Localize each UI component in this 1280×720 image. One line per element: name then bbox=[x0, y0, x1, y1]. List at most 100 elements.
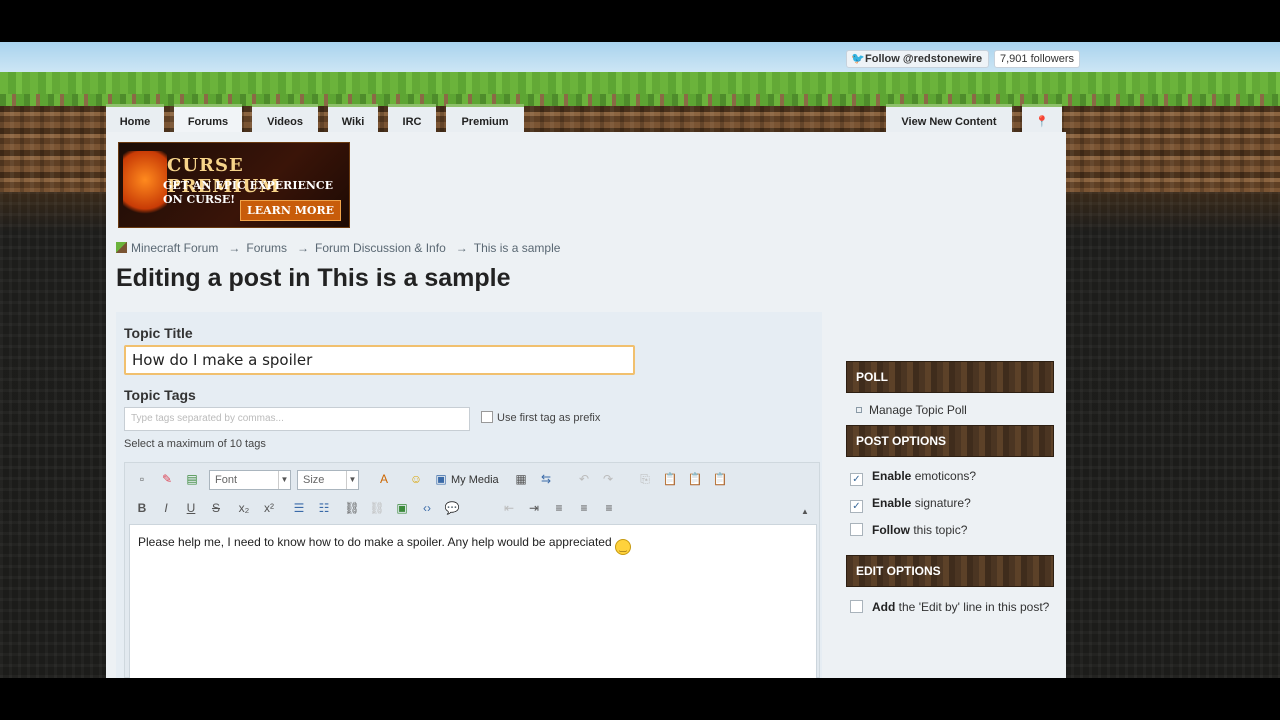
page-title: Editing a post in This is a sample bbox=[116, 264, 511, 292]
tab-wiki[interactable]: Wiki bbox=[328, 104, 378, 132]
unlink-icon[interactable]: ⛓ bbox=[368, 499, 386, 517]
sky-background bbox=[0, 42, 1280, 74]
italic-icon[interactable]: I bbox=[157, 499, 175, 517]
view-new-content-link[interactable]: View New Content bbox=[886, 104, 1012, 132]
option-label: the 'Edit by' line in this post? bbox=[898, 600, 1050, 614]
breadcrumb-link[interactable]: Forums bbox=[246, 241, 287, 255]
my-media-button[interactable]: My Media bbox=[451, 474, 499, 486]
paste-icon[interactable]: 📋 bbox=[661, 470, 679, 488]
tab-label: Wiki bbox=[341, 116, 365, 128]
align-center-icon[interactable]: ≡ bbox=[575, 499, 593, 517]
breadcrumb-link[interactable]: This is a sample bbox=[474, 241, 561, 255]
map-pin-button[interactable]: 📍 bbox=[1022, 104, 1062, 132]
post-form: Topic Title Topic Tags Type tags separat… bbox=[116, 312, 822, 678]
tab-label: Premium bbox=[461, 116, 509, 128]
code-icon[interactable]: ‹› bbox=[418, 499, 436, 517]
font-select[interactable]: Font ▼ bbox=[209, 470, 291, 490]
link-icon[interactable]: ⛓ bbox=[343, 499, 361, 517]
font-select-label: Font bbox=[215, 474, 238, 486]
option-signature[interactable]: ✓ Enable signature? bbox=[850, 496, 971, 513]
eraser-icon[interactable]: ✎ bbox=[158, 470, 176, 488]
twitter-bird-icon: 🐦 bbox=[851, 53, 865, 65]
bold-icon[interactable]: B bbox=[133, 499, 151, 517]
undo-icon[interactable]: ↶ bbox=[575, 470, 593, 488]
prefix-checkbox[interactable] bbox=[481, 411, 493, 423]
arrow-icon: → bbox=[455, 241, 468, 255]
chevron-down-icon: ▼ bbox=[278, 471, 290, 489]
map-pin-icon: 📍 bbox=[1035, 116, 1049, 128]
learn-more-button[interactable]: LEARN MORE bbox=[240, 200, 341, 221]
edit-options-header: EDIT OPTIONS bbox=[846, 555, 1054, 587]
text-color-icon[interactable]: A bbox=[375, 470, 393, 488]
curse-premium-banner[interactable]: CURSE PREMIUM GET AN EPIC EXPERIENCE ON … bbox=[118, 142, 350, 228]
manage-poll-link[interactable]: Manage Topic Poll bbox=[856, 403, 967, 417]
topic-tags-label: Topic Tags bbox=[124, 387, 196, 403]
numbered-list-icon[interactable]: ☷ bbox=[315, 499, 333, 517]
size-select-label: Size bbox=[303, 474, 325, 486]
source-icon[interactable]: ▫ bbox=[133, 470, 151, 488]
tab-premium[interactable]: Premium bbox=[446, 104, 524, 132]
option-bold: Add bbox=[872, 600, 896, 614]
option-bold: Enable bbox=[872, 469, 912, 483]
quote-icon[interactable]: 💬 bbox=[443, 499, 461, 517]
media-icon[interactable]: ▣ bbox=[432, 470, 450, 488]
breadcrumb-link[interactable]: Forum Discussion & Info bbox=[315, 241, 446, 255]
banner-line-1: GET AN EPIC EXPERIENCE bbox=[163, 179, 334, 192]
option-label: signature? bbox=[914, 496, 971, 510]
checkbox[interactable]: ✓ bbox=[850, 473, 863, 486]
topic-tags-input[interactable]: Type tags separated by commas... bbox=[124, 407, 470, 431]
outdent-icon[interactable]: ⇤ bbox=[500, 499, 518, 517]
spoiler-icon[interactable]: ▦ bbox=[512, 470, 530, 488]
tab-label: View New Content bbox=[901, 116, 997, 128]
tab-forums[interactable]: Forums bbox=[174, 104, 242, 134]
follow-label: Follow @redstonewire bbox=[865, 53, 983, 65]
dragon-logo-icon bbox=[123, 151, 167, 223]
poll-header: POLL bbox=[846, 361, 1054, 393]
strikethrough-icon[interactable]: S bbox=[207, 499, 225, 517]
indent-icon[interactable]: ⇥ bbox=[525, 499, 543, 517]
option-emoticons[interactable]: ✓ Enable emoticons? bbox=[850, 469, 976, 486]
content-panel: CURSE PREMIUM GET AN EPIC EXPERIENCE ON … bbox=[106, 132, 1066, 678]
twitter-follow-button[interactable]: 🐦 Follow @redstonewire bbox=[846, 50, 990, 68]
arrow-icon: → bbox=[297, 241, 310, 255]
tags-hint: Select a maximum of 10 tags bbox=[124, 438, 266, 450]
prefix-option[interactable]: Use first tag as prefix bbox=[481, 411, 600, 424]
tab-videos[interactable]: Videos bbox=[252, 104, 318, 132]
checkbox[interactable] bbox=[850, 523, 863, 536]
paste-text-icon[interactable]: 📋 bbox=[686, 470, 704, 488]
size-select[interactable]: Size ▼ bbox=[297, 470, 359, 490]
underline-icon[interactable]: U bbox=[182, 499, 200, 517]
image-icon[interactable]: ▣ bbox=[393, 499, 411, 517]
checkbox[interactable]: ✓ bbox=[850, 500, 863, 513]
editor-content[interactable]: Please help me, I need to know how to do… bbox=[129, 524, 817, 678]
option-follow[interactable]: Follow this topic? bbox=[850, 523, 967, 537]
option-edit-by[interactable]: Add the 'Edit by' line in this post? bbox=[850, 599, 1050, 616]
smiley-emoticon-icon: ‿ bbox=[614, 539, 631, 555]
tab-home[interactable]: Home bbox=[106, 104, 164, 132]
option-label: this topic? bbox=[913, 523, 968, 537]
breadcrumb: Minecraft Forum → Forums → Forum Discussion … bbox=[116, 241, 564, 255]
followers-count: 7,901 followers bbox=[994, 50, 1080, 68]
paste-word-icon[interactable]: 📋 bbox=[711, 470, 729, 488]
grass-background bbox=[0, 72, 1280, 106]
bullet-list-icon[interactable]: ☰ bbox=[290, 499, 308, 517]
subscript-icon[interactable]: x₂ bbox=[235, 499, 253, 517]
align-left-icon[interactable]: ≡ bbox=[550, 499, 568, 517]
table-icon[interactable]: ▤ bbox=[183, 470, 201, 488]
collapse-toolbar-icon[interactable]: ▲ bbox=[796, 503, 814, 521]
emoticon-icon[interactable]: ☺ bbox=[407, 470, 425, 488]
copy-icon[interactable]: ⎘ bbox=[636, 470, 654, 488]
editor-toolbar-row-2: B I U S x₂ x² ☰ ☷ ⛓ ⛓ ▣ ‹› 💬 ⇤ ⇥ ≡ ≡ ≡ ▲ bbox=[125, 495, 819, 521]
tab-irc[interactable]: IRC bbox=[388, 104, 436, 132]
chevron-down-icon: ▼ bbox=[346, 471, 358, 489]
redo-icon[interactable]: ↷ bbox=[599, 470, 617, 488]
checkbox[interactable] bbox=[850, 600, 863, 613]
superscript-icon[interactable]: x² bbox=[260, 499, 278, 517]
editor-toolbar-row-1: ▫ ✎ ▤ Font ▼ Size ▼ A ☺ ▣ My Media ▦ ⇆ ↶ ↷… bbox=[125, 465, 819, 491]
topic-title-input[interactable] bbox=[124, 345, 635, 375]
translate-icon[interactable]: ⇆ bbox=[537, 470, 555, 488]
manage-poll-label: Manage Topic Poll bbox=[869, 403, 967, 417]
prefix-label: Use first tag as prefix bbox=[497, 412, 601, 424]
align-right-icon[interactable]: ≡ bbox=[600, 499, 618, 517]
breadcrumb-link[interactable]: Minecraft Forum bbox=[131, 241, 218, 255]
